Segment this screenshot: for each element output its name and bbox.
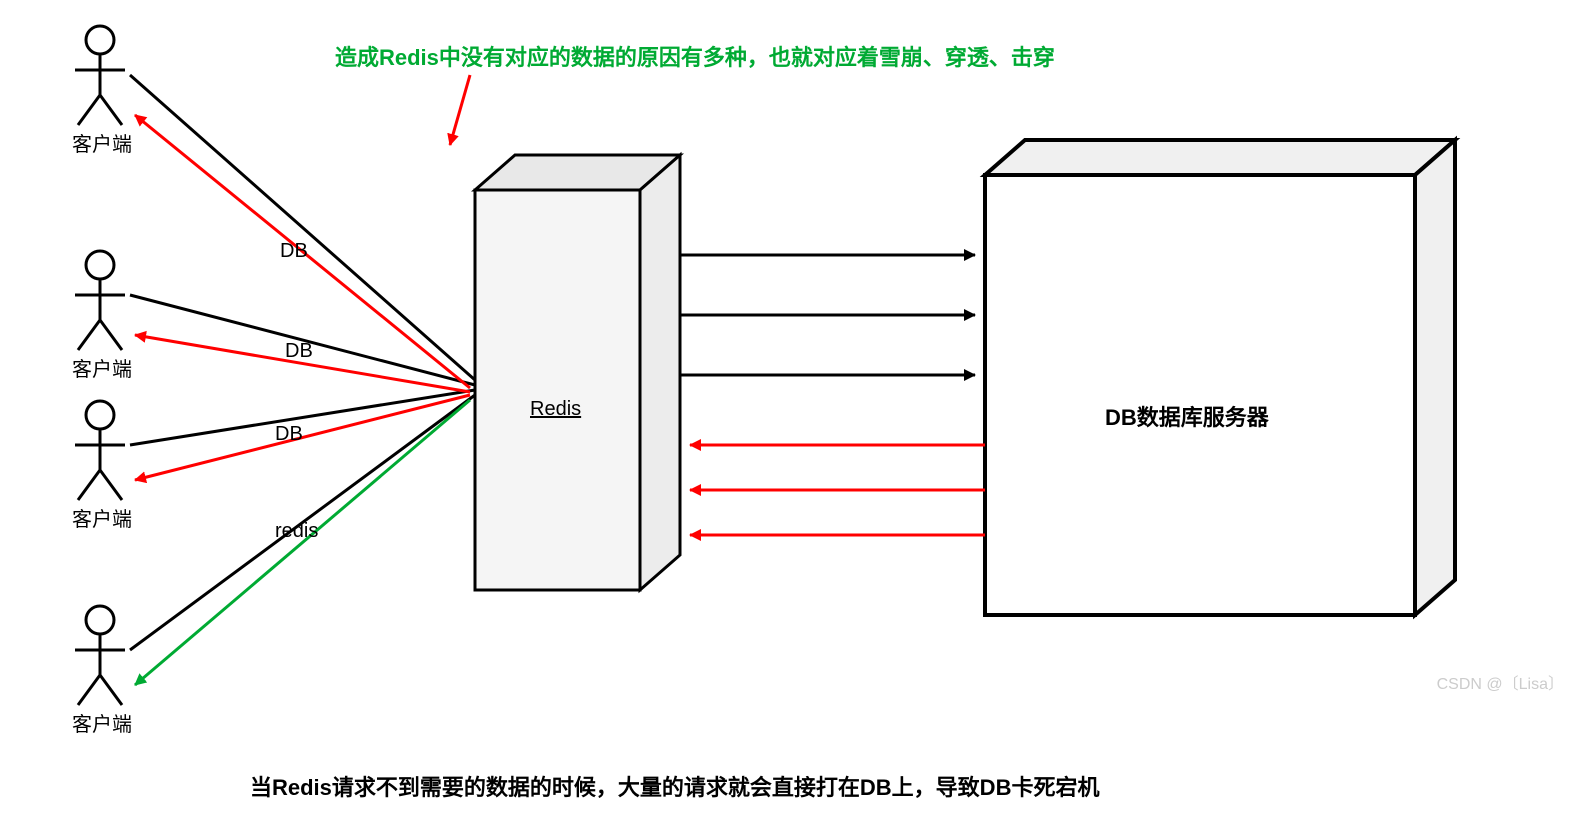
bottom-note: 当Redis请求不到需要的数据的时候，大量的请求就会直接打在DB上，导致DB卡死…	[250, 770, 1099, 802]
client-1-label: 客户端	[72, 128, 132, 157]
redis-label: Redis	[530, 398, 581, 421]
top-note: 造成Redis中没有对应的数据的原因有多种，也就对应着雪崩、穿透、击穿	[335, 40, 1055, 72]
edge-label-4: redis	[275, 520, 318, 543]
client-4-label: 客户端	[72, 708, 132, 737]
req-line-1	[130, 75, 475, 380]
watermark: CSDN @〔Lisa〕	[1437, 670, 1564, 694]
client-1-icon	[75, 26, 125, 125]
db-label: DB数据库服务器	[1105, 400, 1269, 432]
edge-label-2: DB	[285, 340, 313, 363]
edge-label-1: DB	[280, 240, 308, 263]
client-4-icon	[75, 606, 125, 705]
note-arrow	[450, 75, 470, 145]
client-3-label: 客户端	[72, 503, 132, 532]
db-box	[985, 140, 1455, 615]
client-3-icon	[75, 401, 125, 500]
edge-label-3: DB	[275, 423, 303, 446]
redis-box	[475, 155, 680, 590]
client-2-icon	[75, 251, 125, 350]
client-2-label: 客户端	[72, 353, 132, 382]
diagram-canvas	[0, 0, 1594, 824]
